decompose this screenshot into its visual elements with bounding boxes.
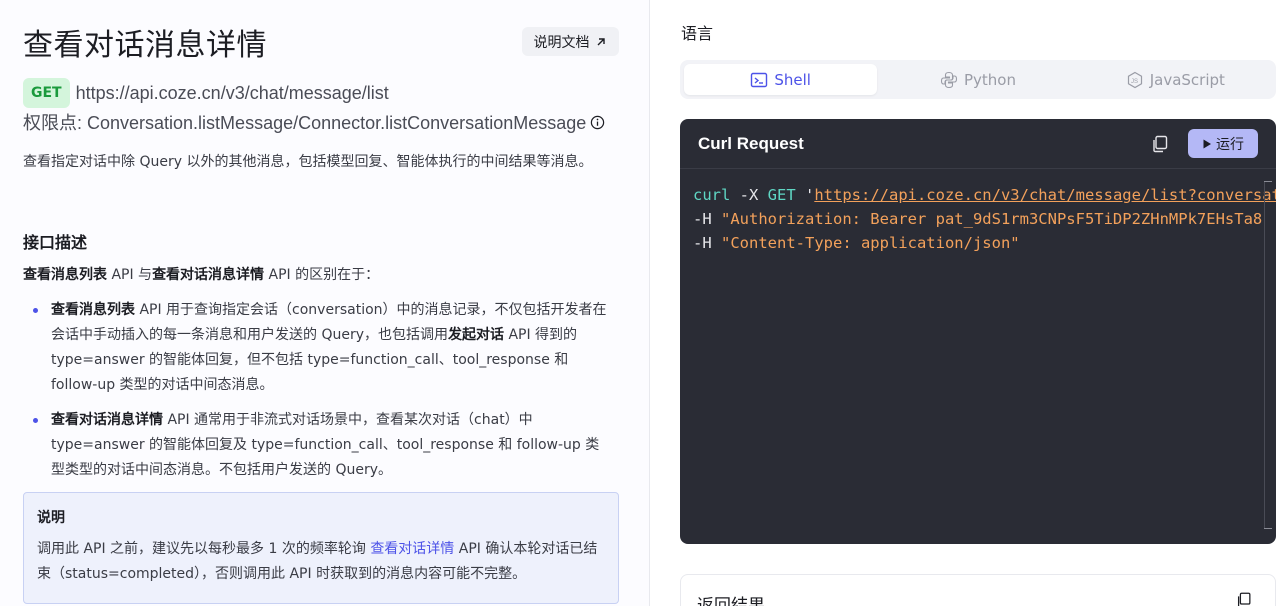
endpoint-row: GET https://api.coze.cn/v3/chat/message/… [23,78,389,108]
code-token: -X [730,186,768,204]
list-item: 查看消息列表 API 用于查询指定会话（conversation）中的消息记录，… [23,298,613,398]
endpoint-url: https://api.coze.cn/v3/chat/message/list [75,82,389,103]
tab-python[interactable]: Python [881,64,1074,95]
code-header: Curl Request 运行 [680,119,1276,169]
code-token: "Authorization: Bearer pat_9dS1rm3CNPsF5… [721,210,1263,228]
terminal-icon [751,72,768,87]
code-title: Curl Request [698,133,804,153]
note-title: 说明 [37,510,65,526]
page-title: 查看对话消息详情 [23,28,267,63]
text-run: 调用此 API 之前，建议先以每秒最多 1 次的频率轮询 [37,541,371,557]
bold-term: 查看对话消息详情 [51,412,163,428]
response-title: 返回结果 [697,596,765,606]
tab-javascript[interactable]: JS JavaScript [1079,64,1272,95]
info-icon[interactable] [590,115,605,130]
permission-text: 权限点: Conversation.listMessage/Connector.… [23,113,587,133]
code-block: Curl Request 运行 curl -X GET 'https://api… [680,119,1276,544]
tab-label: JavaScript [1149,70,1225,89]
docs-link-label: 说明文档 [533,34,590,51]
response-section: 返回结果 [680,574,1276,606]
tab-label: Shell [774,70,811,89]
nodejs-icon: JS [1127,71,1142,88]
external-link-icon [597,37,605,45]
code-token: https://api.coze.cn/v3/chat/message/list… [814,186,1276,204]
copy-icon[interactable] [1150,134,1170,154]
language-label: 语言 [681,24,714,43]
permission-row: 权限点: Conversation.listMessage/Connector.… [23,111,605,133]
vertical-scrollbar[interactable] [1264,181,1272,529]
run-button[interactable]: 运行 [1188,129,1258,158]
code-token: -H [693,210,721,228]
text-run: API 的区别在于： [264,267,380,283]
svg-text:JS: JS [1131,79,1138,85]
bold-term: 查看消息列表 [23,267,107,283]
bold-term: 查看消息列表 [51,302,135,318]
tab-label: Python [963,70,1016,89]
run-label: 运行 [1216,136,1244,153]
code-token: GET [767,186,796,204]
docs-link-button[interactable]: 说明文档 [522,27,619,56]
code-token: "Content-Type: application/json" [721,234,1020,252]
note-callout: 说明 调用此 API 之前，建议先以每秒最多 1 次的频率轮询 查看对话详情 A… [23,492,619,604]
api-description: 查看指定对话中除 Query 以外的其他消息，包括模型回复、智能体执行的中间结果… [23,154,593,170]
difference-list: 查看消息列表 API 用于查询指定会话（conversation）中的消息记录，… [23,298,613,493]
bold-term: 查看对话消息详情 [152,267,265,283]
copy-icon[interactable] [1235,591,1253,606]
note-body: 调用此 API 之前，建议先以每秒最多 1 次的频率轮询 查看对话详情 API … [37,537,605,587]
section-title: 接口描述 [23,233,88,252]
chat-detail-link[interactable]: 查看对话详情 [370,541,454,557]
text-run: API 与 [107,267,153,283]
code-token: curl [693,186,731,204]
code-token: -H [693,234,721,252]
play-icon [1203,139,1211,148]
code-content[interactable]: curl -X GET 'https://api.coze.cn/v3/chat… [680,169,1276,269]
bold-term: 发起对话 [448,327,504,343]
tab-shell[interactable]: Shell [684,64,878,95]
http-method-badge: GET [23,78,70,108]
list-item: 查看对话消息详情 API 通常用于非流式对话场景中，查看某次对话（chat）中 … [23,408,613,483]
doc-panel: 查看对话消息详情 说明文档 GET https://api.coze.cn/v3… [0,0,650,606]
code-token: ' [795,186,815,204]
code-panel: 语言 Shell Python JS JavaScript Curl Reque… [651,0,1285,606]
language-tabs: Shell Python JS JavaScript [680,60,1276,99]
python-icon [940,71,958,88]
diff-intro: 查看消息列表 API 与查看对话消息详情 API 的区别在于： [23,264,379,284]
